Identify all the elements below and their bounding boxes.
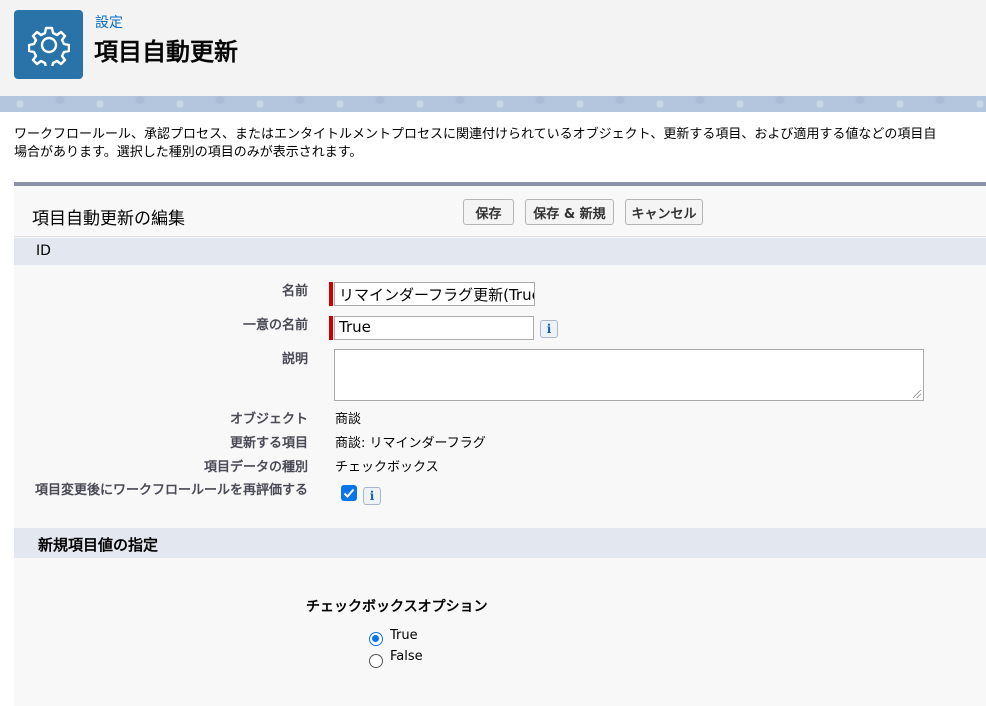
description-textarea[interactable] [334,349,924,401]
resize-handle-icon[interactable] [913,390,921,398]
field-data-type-label: 項目データの種別 [203,460,308,475]
name-field[interactable]: リマインダーフラグ更新(True [334,282,535,306]
checkmark-icon [343,488,355,498]
page-header: 設定 項目自動更新 [0,0,986,96]
save-button[interactable]: 保存 [463,199,514,225]
reevaluate-checkbox[interactable] [341,485,357,501]
required-indicator [329,282,333,306]
section-title-id: ID [36,243,51,259]
info-icon[interactable]: i [540,320,558,338]
object-value: 商談 [335,412,362,427]
required-indicator [329,316,333,340]
gear-icon [14,10,83,79]
page-title: 項目自動更新 [94,38,238,66]
radio-true[interactable] [369,632,383,646]
edit-panel-title: 項目自動更新の編集 [32,209,185,229]
radio-false-label: False [390,649,423,664]
edit-panel: 項目自動更新の編集 保存 保存 & 新規 キャンセル ID 名前 リマインダーフ… [14,182,986,706]
header-decoration-band [0,96,986,112]
breadcrumb[interactable]: 設定 [95,12,123,32]
info-icon[interactable]: i [363,487,381,505]
name-label: 名前 [281,284,308,299]
save-and-new-button[interactable]: 保存 & 新規 [525,199,614,225]
unique-name-field[interactable]: True [334,316,534,340]
field-to-update-label: 更新する項目 [229,436,308,451]
description-line-2: 場合があります。選択した種別の項目のみが表示されます。 [14,145,363,160]
section-title-new-value: 新規項目値の指定 [38,536,159,554]
page-description: ワークフロールール、承認プロセス、またはエンタイトルメントプロセスに関連付けられ… [14,126,986,162]
object-label: オブジェクト [229,412,308,427]
checkbox-options-title: チェックボックスオプション [306,599,488,615]
section-header-id: ID [14,238,986,265]
cancel-button[interactable]: キャンセル [625,199,703,225]
edit-panel-header: 項目自動更新の編集 保存 保存 & 新規 キャンセル [14,186,986,237]
reevaluate-label: 項目変更後にワークフロールールを再評価する [34,483,308,498]
description-line-1: ワークフロールール、承認プロセス、またはエンタイトルメントプロセスに関連付けられ… [14,127,937,142]
radio-false[interactable] [369,654,383,668]
section-header-new-value: 新規項目値の指定 [14,528,986,558]
field-data-type-value: チェックボックス [335,460,439,475]
unique-name-label: 一意の名前 [242,318,308,333]
radio-true-label: True [390,628,418,643]
description-label: 説明 [281,352,308,367]
field-to-update-value: 商談: リマインダーフラグ [335,436,486,451]
